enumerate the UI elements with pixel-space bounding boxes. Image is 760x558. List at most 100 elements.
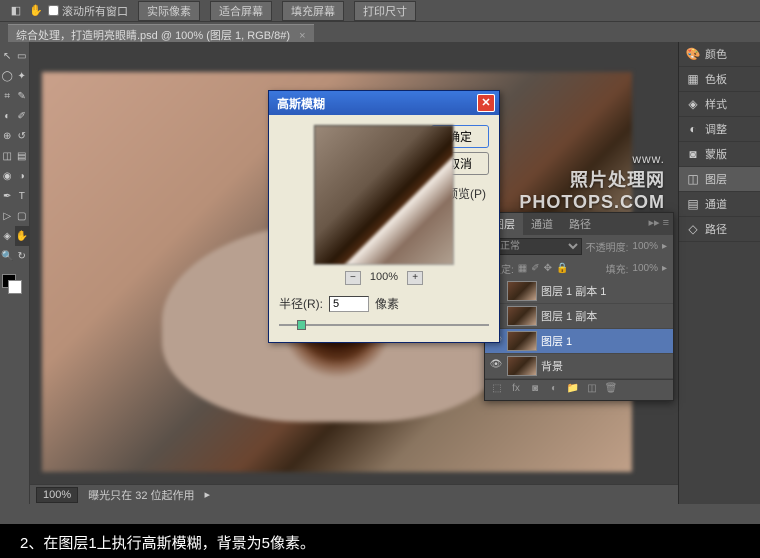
blur-tool-icon[interactable]: ◉ — [0, 166, 15, 186]
dialog-title: 高斯模糊 — [273, 95, 477, 112]
lock-all-icon[interactable]: 🔒 — [556, 263, 568, 274]
rail-adjust[interactable]: ◐调整 — [679, 117, 760, 142]
fx-icon[interactable]: fx — [508, 383, 524, 397]
actual-pixels-button[interactable]: 实际像素 — [138, 1, 200, 21]
type-tool-icon[interactable]: T — [15, 186, 30, 206]
rail-styles[interactable]: ◈样式 — [679, 92, 760, 117]
radius-input[interactable] — [329, 296, 369, 312]
lock-pixels-icon[interactable]: ▦ — [518, 263, 527, 274]
preview-zoom-value: 100% — [370, 271, 398, 283]
lasso-tool-icon[interactable]: ◯ — [0, 66, 15, 86]
ps-icon[interactable]: ◧ — [8, 3, 24, 19]
document-tabs: 综合处理，打造明亮眼睛.psd @ 100% (图层 1, RGB/8#) × — [0, 22, 760, 42]
layer-thumb — [507, 331, 537, 351]
link-icon[interactable]: ⬚ — [489, 383, 505, 397]
shape-tool-icon[interactable]: ▢ — [15, 206, 30, 226]
zoom-out-button[interactable]: − — [345, 271, 361, 285]
lock-brush-icon[interactable]: ✐ — [531, 263, 539, 274]
print-size-button[interactable]: 打印尺寸 — [354, 1, 416, 21]
eyedropper-tool-icon[interactable]: ✎ — [15, 86, 30, 106]
eraser-tool-icon[interactable]: ◫ — [0, 146, 15, 166]
fill-arrow-icon[interactable]: ▸ — [662, 263, 667, 274]
dodge-tool-icon[interactable]: ◑ — [15, 166, 30, 186]
opacity-value[interactable]: 100% — [632, 241, 658, 252]
panel-collapse-icon[interactable]: ▸▸ ≡ — [644, 213, 673, 235]
paths-icon: ◇ — [685, 221, 701, 237]
layer-panel-bottom: ⬚ fx ◙ ◐ 📁 ◫ 🗑 — [485, 379, 673, 400]
styles-icon: ◈ — [685, 96, 701, 112]
hand-tool-icon[interactable]: ✋ — [15, 226, 30, 246]
scroll-all-checkbox[interactable]: 滚动所有窗口 — [48, 3, 128, 19]
layer-item[interactable]: 图层 1 副本 — [485, 304, 673, 329]
hand-tool-icon[interactable]: ✋ — [28, 3, 44, 19]
brush-tool-icon[interactable]: ✐ — [15, 106, 30, 126]
channels-icon: ▤ — [685, 196, 701, 212]
rail-channels[interactable]: ▤通道 — [679, 192, 760, 217]
new-layer-icon[interactable]: ◫ — [584, 383, 600, 397]
blend-mode-select[interactable]: 正常 — [491, 238, 582, 255]
mask-icon: ◙ — [685, 146, 701, 162]
fill-value[interactable]: 100% — [632, 263, 658, 274]
close-tab-icon[interactable]: × — [299, 30, 305, 42]
rotate-tool-icon[interactable]: ↻ — [15, 246, 30, 266]
layer-item-selected[interactable]: 👁图层 1 — [485, 329, 673, 354]
preview-thumbnail[interactable] — [314, 125, 454, 265]
zoom-in-button[interactable]: + — [407, 271, 423, 285]
right-panels-rail: 🎨颜色 ▦色板 ◈样式 ◐调整 ◙蒙版 ◫图层 ▤通道 ◇路径 — [678, 42, 760, 504]
close-icon[interactable]: ✕ — [477, 94, 495, 112]
radius-row: 半径(R): 像素 — [279, 295, 489, 312]
slider-thumb[interactable] — [297, 320, 306, 330]
preview-zoom-controls: − 100% + — [279, 271, 489, 285]
3d-tool-icon[interactable]: ◈ — [0, 226, 15, 246]
rail-layers[interactable]: ◫图层 — [679, 167, 760, 192]
fit-screen-button[interactable]: 适合屏幕 — [210, 1, 272, 21]
fill-screen-button[interactable]: 填充屏幕 — [282, 1, 344, 21]
lock-row: 锁定: ▦ ✐ ✥ 🔒 填充: 100% ▸ — [485, 258, 673, 279]
blend-row: 正常 不透明度: 100% ▸ — [485, 235, 673, 258]
color-swatches[interactable] — [0, 272, 29, 296]
document-title: 综合处理，打造明亮眼睛.psd @ 100% (图层 1, RGB/8#) — [16, 30, 290, 42]
wand-tool-icon[interactable]: ✦ — [15, 66, 30, 86]
gradient-tool-icon[interactable]: ▤ — [15, 146, 30, 166]
adjust-layer-icon[interactable]: ◐ — [546, 383, 562, 397]
opacity-label: 不透明度: — [586, 239, 629, 254]
folder-icon[interactable]: 📁 — [565, 383, 581, 397]
status-bar: 100% 曝光只在 32 位起作用 ▸ — [30, 484, 678, 504]
scroll-label: 滚动所有窗口 — [62, 3, 128, 19]
layer-thumb — [507, 356, 537, 376]
radius-slider[interactable] — [279, 318, 489, 332]
watermark-line1: 照片处理网 — [519, 166, 665, 192]
layers-icon: ◫ — [685, 171, 701, 187]
status-arrow-icon[interactable]: ▸ — [205, 488, 211, 501]
adjust-icon: ◐ — [685, 121, 701, 137]
rail-paths[interactable]: ◇路径 — [679, 217, 760, 242]
dialog-titlebar[interactable]: 高斯模糊 ✕ — [269, 91, 499, 115]
zoom-tool-icon[interactable]: 🔍 — [0, 246, 15, 266]
options-bar: ◧ ✋ 滚动所有窗口 实际像素 适合屏幕 填充屏幕 打印尺寸 — [0, 0, 760, 22]
pen-tool-icon[interactable]: ✒ — [0, 186, 15, 206]
mask-add-icon[interactable]: ◙ — [527, 383, 543, 397]
marquee-tool-icon[interactable]: ▭ — [15, 46, 30, 66]
rail-swatches[interactable]: ▦色板 — [679, 67, 760, 92]
lock-move-icon[interactable]: ✥ — [544, 263, 552, 274]
opacity-arrow-icon[interactable]: ▸ — [662, 241, 667, 252]
rail-color[interactable]: 🎨颜色 — [679, 42, 760, 67]
crop-tool-icon[interactable]: ⌗ — [0, 86, 15, 106]
move-tool-icon[interactable]: ↖ — [0, 46, 15, 66]
zoom-value[interactable]: 100% — [36, 487, 78, 503]
path-tool-icon[interactable]: ▷ — [0, 206, 15, 226]
trash-icon[interactable]: 🗑 — [603, 383, 619, 397]
scroll-checkbox-input[interactable] — [48, 5, 59, 16]
stamp-tool-icon[interactable]: ⊕ — [0, 126, 15, 146]
gaussian-blur-dialog: 高斯模糊 ✕ 确定 取消 预览(P) − 100% + — [268, 90, 500, 343]
panel-tabs: 图层 通道 路径 ▸▸ ≡ — [485, 213, 673, 235]
layer-item[interactable]: 图层 1 副本 1 — [485, 279, 673, 304]
heal-tool-icon[interactable]: ◐ — [0, 106, 15, 126]
background-swatch[interactable] — [8, 280, 22, 294]
tab-paths[interactable]: 路径 — [561, 213, 599, 235]
tab-channels[interactable]: 通道 — [523, 213, 561, 235]
visibility-icon[interactable]: 👁 — [489, 359, 503, 373]
rail-mask[interactable]: ◙蒙版 — [679, 142, 760, 167]
history-brush-icon[interactable]: ↺ — [15, 126, 30, 146]
layer-item[interactable]: 👁背景 — [485, 354, 673, 379]
